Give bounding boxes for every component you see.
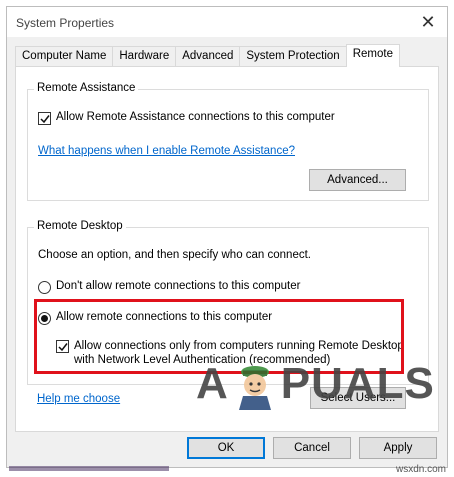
checkbox-box[interactable] — [38, 112, 51, 125]
network-level-auth-checkbox[interactable]: Allow connections only from computers ru… — [56, 339, 404, 367]
network-level-auth-label: Allow connections only from computers ru… — [74, 339, 404, 367]
radio-circle[interactable] — [38, 281, 51, 294]
radio-circle-selected[interactable] — [38, 312, 51, 325]
checkbox-box[interactable] — [56, 340, 69, 353]
system-properties-dialog: System Properties ✕ Computer Name Hardwa… — [6, 6, 448, 468]
nla-label-line2: with Network Level Authentication (recom… — [74, 354, 331, 366]
allow-remote-assistance-checkbox[interactable]: Allow Remote Assistance connections to t… — [38, 111, 335, 125]
select-users-button[interactable]: Select Users... — [310, 387, 406, 409]
window-title: System Properties — [16, 16, 115, 30]
dont-allow-connections-radio[interactable]: Don't allow remote connections to this c… — [38, 280, 300, 294]
allow-connections-label: Allow remote connections to this compute… — [56, 311, 273, 323]
taskbar-fragment — [9, 466, 169, 471]
tab-remote[interactable]: Remote — [345, 44, 400, 67]
remote-assistance-legend: Remote Assistance — [34, 82, 139, 94]
tab-hardware[interactable]: Hardware — [112, 46, 177, 67]
remote-desktop-instructions: Choose an option, and then specify who c… — [38, 249, 311, 261]
tab-computer-name[interactable]: Computer Name — [15, 46, 114, 67]
allow-remote-assistance-label: Allow Remote Assistance connections to t… — [56, 111, 335, 123]
help-me-choose-link[interactable]: Help me choose — [37, 393, 120, 405]
remote-desktop-group: Remote Desktop Choose an option, and the… — [27, 220, 429, 385]
radio-dot-icon — [41, 315, 48, 322]
allow-connections-radio[interactable]: Allow remote connections to this compute… — [38, 311, 272, 325]
close-button[interactable]: ✕ — [413, 9, 443, 35]
remote-assistance-help-link[interactable]: What happens when I enable Remote Assist… — [38, 145, 295, 157]
apply-button[interactable]: Apply — [359, 437, 437, 459]
source-tag: wsxdn.com — [395, 464, 446, 475]
advanced-button[interactable]: Advanced... — [309, 169, 406, 191]
title-bar[interactable]: System Properties ✕ — [7, 7, 447, 37]
checkmark-icon — [39, 114, 50, 123]
tab-advanced[interactable]: Advanced — [175, 46, 241, 67]
remote-desktop-legend: Remote Desktop — [34, 220, 126, 232]
nla-label-line1: Allow connections only from computers ru… — [74, 340, 404, 352]
checkmark-icon — [57, 342, 68, 351]
tab-system-protection[interactable]: System Protection — [239, 46, 347, 67]
tab-strip: Computer Name Hardware Advanced System P… — [15, 44, 400, 67]
dont-allow-connections-label: Don't allow remote connections to this c… — [56, 280, 301, 292]
cancel-button[interactable]: Cancel — [273, 437, 351, 459]
remote-tab-panel: Remote Assistance Allow Remote Assistanc… — [15, 66, 439, 432]
ok-button[interactable]: OK — [187, 437, 265, 459]
remote-assistance-group: Remote Assistance Allow Remote Assistanc… — [27, 82, 429, 201]
close-icon: ✕ — [420, 11, 436, 32]
